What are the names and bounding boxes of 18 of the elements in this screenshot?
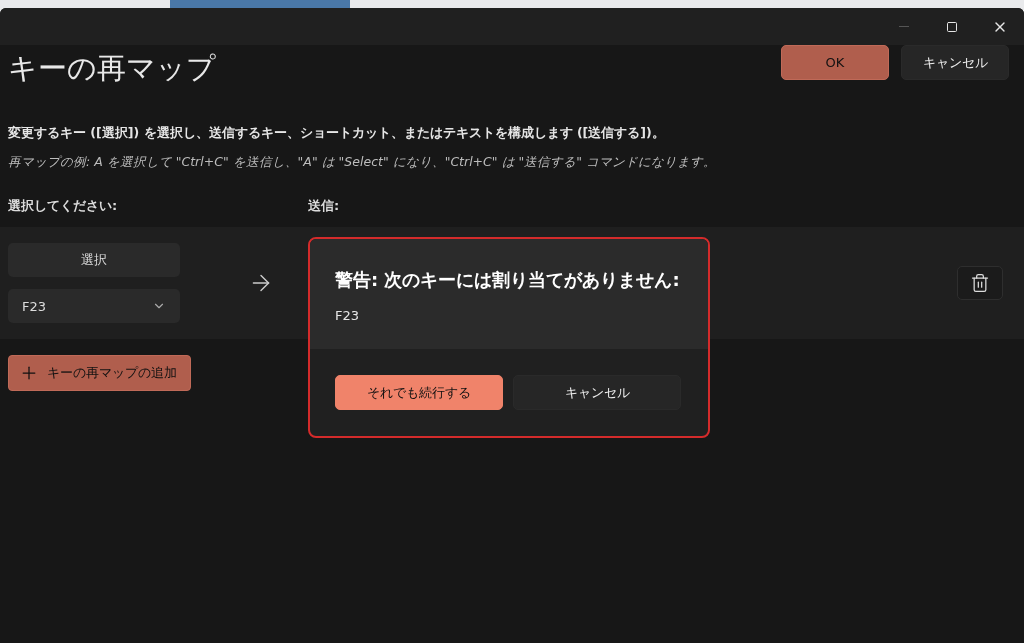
send-column-label: 送信: [308, 197, 340, 215]
cancel-button[interactable]: キャンセル [901, 45, 1009, 80]
trash-icon [970, 273, 990, 293]
dialog-title: 警告: 次のキーには割り当てがありません: [335, 268, 681, 292]
select-column-label: 選択してください: [8, 197, 119, 215]
cancel-button[interactable]: キャンセル [513, 375, 681, 410]
instruction-text: 変更するキー ([選択]) を選択し、送信するキー、ショートカット、またはテキストを構成します ([送信する])。 [8, 125, 666, 142]
minimize-icon [899, 26, 909, 27]
continue-button[interactable]: それでも続行する [335, 375, 503, 410]
add-remap-button[interactable]: キーの再マップの追加 [8, 355, 191, 391]
window-title: キーの再マップ [8, 50, 216, 87]
unassigned-key-text: F23 [335, 308, 361, 323]
maximize-icon [946, 20, 958, 33]
delete-button[interactable] [957, 266, 1003, 300]
select-key-button[interactable]: 選択 [8, 243, 180, 277]
ok-button[interactable]: OK [781, 45, 889, 80]
key-dropdown[interactable]: F23 [8, 289, 180, 323]
example-text: 再マップの例: A を選択して "Ctrl+C" を送信し、"A" は "Select" になり、"Ctrl+C" は "送信する" コマンドになります。 [8, 154, 717, 171]
